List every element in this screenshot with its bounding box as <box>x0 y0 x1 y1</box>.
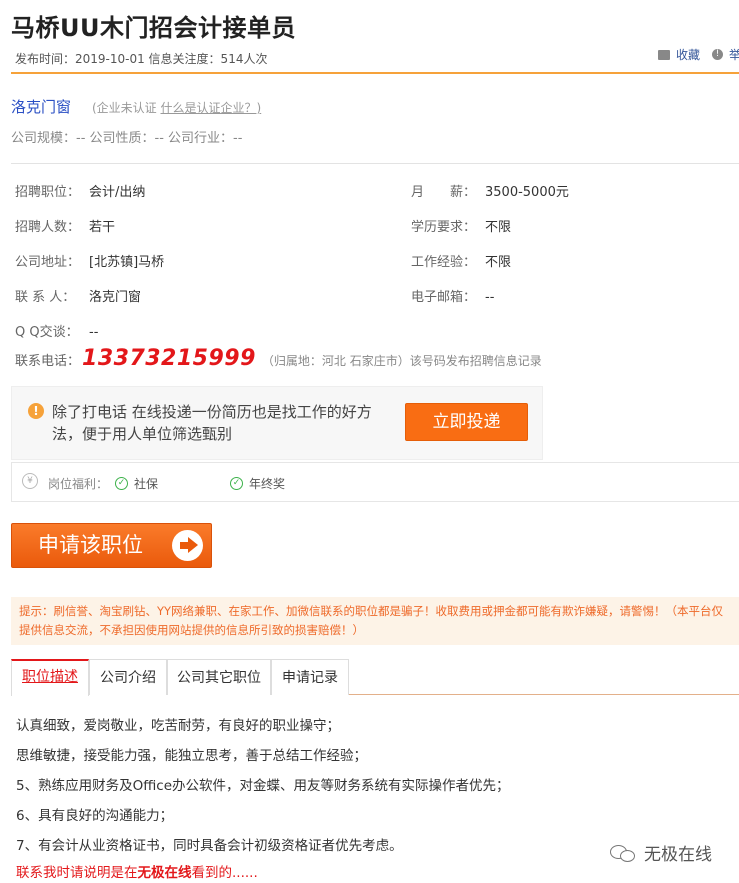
benefits-label: 岗位福利： <box>48 477 109 491</box>
apply-job-button[interactable]: 申请该职位 <box>11 523 212 568</box>
field-salary: 月 薪： 3500-5000元 <box>411 181 569 200</box>
field-label: 招聘人数： <box>15 220 81 235</box>
field-value: 3500-5000元 <box>485 185 569 200</box>
contact-note: 联系我时请说明是在无极在线看到的...... <box>16 861 258 881</box>
field-label: 月 薪： <box>411 185 477 200</box>
report-link[interactable]: 举报 <box>729 46 739 63</box>
field-label: 电子邮箱： <box>411 290 477 305</box>
resume-tip-box: ! 除了打电话 在线投递一份简历也是找工作的好方法，便于用人单位筛选甄别 立即投… <box>11 386 543 460</box>
benefit-label: 社保 <box>134 477 159 491</box>
toolbar: 收藏 ! 举报 <box>658 46 739 63</box>
benefits-bar: ¥ 岗位福利： ✓ 社保 ✓ 年终奖 <box>11 462 739 502</box>
field-value: -- <box>89 325 99 340</box>
field-position: 招聘职位： 会计/出纳 <box>15 181 145 200</box>
submit-resume-button[interactable]: 立即投递 <box>405 403 528 441</box>
apply-button-label: 申请该职位 <box>38 533 143 557</box>
watermark-text: 无极在线 <box>644 845 712 865</box>
tab-company-intro[interactable]: 公司介绍 <box>89 659 167 695</box>
tab-label: 公司其它职位 <box>177 670 261 686</box>
field-value: [北苏镇]马桥 <box>89 255 165 270</box>
page-title: 马桥UU木门招会计接单员 <box>11 14 296 42</box>
description-line: 5、熟练应用财务及Office办公软件，对金蝶、用友等财务系统有实际操作者优先； <box>16 778 510 794</box>
field-label: 学历要求： <box>411 220 477 235</box>
field-contact: 联 系 人： 洛克门窗 <box>15 286 141 305</box>
description-line: 认真细致，爱岗敬业，吃苦耐劳，有良好的职业操守； <box>16 718 340 734</box>
field-label: 公司地址： <box>15 255 81 270</box>
field-value: 会计/出纳 <box>89 185 146 200</box>
contact-note-brand: 无极在线 <box>137 865 192 881</box>
publish-meta: 发布时间：2019-10-01 信息关注度：514人次 <box>15 52 268 66</box>
cert-status: (企业未认证 什么是认证企业？) <box>92 99 261 116</box>
title-divider <box>11 72 739 74</box>
favorite-link[interactable]: 收藏 <box>676 46 700 63</box>
section-divider <box>11 163 739 164</box>
company-name-link[interactable]: 洛克门窗 <box>11 96 71 117</box>
field-address: 公司地址： [北苏镇]马桥 <box>15 251 164 270</box>
field-label: 联系电话： <box>15 354 81 369</box>
tab-other-positions[interactable]: 公司其它职位 <box>167 659 271 695</box>
cert-status-text: (企业未认证 <box>92 101 157 115</box>
tab-apply-records[interactable]: 申请记录 <box>271 659 349 695</box>
field-value: 若干 <box>89 220 116 235</box>
wechat-icon <box>610 843 636 863</box>
exclamation-icon: ! <box>28 403 44 419</box>
phone-number[interactable]: 13373215999 <box>82 346 256 371</box>
check-icon: ✓ <box>230 477 243 490</box>
arrow-right-icon <box>172 530 203 561</box>
field-phone: 联系电话： 13373215999 （归属地：河北 石家庄市）该号码发布招聘信息… <box>15 346 542 371</box>
field-email: 电子邮箱： -- <box>411 286 494 305</box>
field-value: -- <box>485 290 495 305</box>
folder-icon <box>658 49 670 60</box>
alert-icon: ! <box>712 49 724 60</box>
description-line: 6、具有良好的沟通能力； <box>16 808 174 824</box>
field-value: 洛克门窗 <box>89 290 142 305</box>
detail-tabs: 职位描述 公司介绍 公司其它职位 申请记录 <box>11 659 739 696</box>
cert-info-link[interactable]: 什么是认证企业？) <box>161 101 262 115</box>
phone-note: （归属地：河北 石家庄市）该号码发布招聘信息记录 <box>261 354 542 368</box>
field-qq: Q Q交谈： -- <box>15 321 98 340</box>
description-line: 7、有会计从业资格证书，同时具备会计初级资格证者优先考虑。 <box>16 838 403 854</box>
field-value: 不限 <box>485 255 512 270</box>
field-value: 不限 <box>485 220 512 235</box>
benefit-item: ✓ 年终奖 <box>230 475 285 492</box>
yuan-icon: ¥ <box>22 473 38 489</box>
watermark: 无极在线 <box>610 840 712 865</box>
tab-label: 公司介绍 <box>100 670 156 686</box>
tab-label: 职位描述 <box>22 669 78 685</box>
contact-note-prefix: 联系我时请说明是在 <box>16 865 138 881</box>
field-education: 学历要求： 不限 <box>411 216 511 235</box>
benefit-item: ✓ 社保 <box>115 475 158 492</box>
tab-label: 申请记录 <box>282 670 338 686</box>
field-label: 联 系 人： <box>15 290 76 305</box>
contact-note-suffix: 看到的...... <box>191 865 258 881</box>
fraud-warning: 提示：刷信誉、淘宝刷钻、YY网络兼职、在家工作、加微信联系的职位都是骗子！收取费… <box>11 597 739 645</box>
check-icon: ✓ <box>115 477 128 490</box>
field-label: 招聘职位： <box>15 185 81 200</box>
tab-job-description[interactable]: 职位描述 <box>11 659 89 696</box>
field-label: 工作经验： <box>411 255 477 270</box>
field-count: 招聘人数： 若干 <box>15 216 115 235</box>
field-experience: 工作经验： 不限 <box>411 251 511 270</box>
benefit-label: 年终奖 <box>249 477 286 491</box>
description-line: 思维敏捷，接受能力强，能独立思考，善于总结工作经验； <box>16 748 367 764</box>
tip-text: 除了打电话 在线投递一份简历也是找工作的好方法，便于用人单位筛选甄别 <box>52 403 372 443</box>
company-meta: 公司规模：-- 公司性质：-- 公司行业：-- <box>11 131 243 146</box>
field-label: Q Q交谈： <box>15 325 79 340</box>
